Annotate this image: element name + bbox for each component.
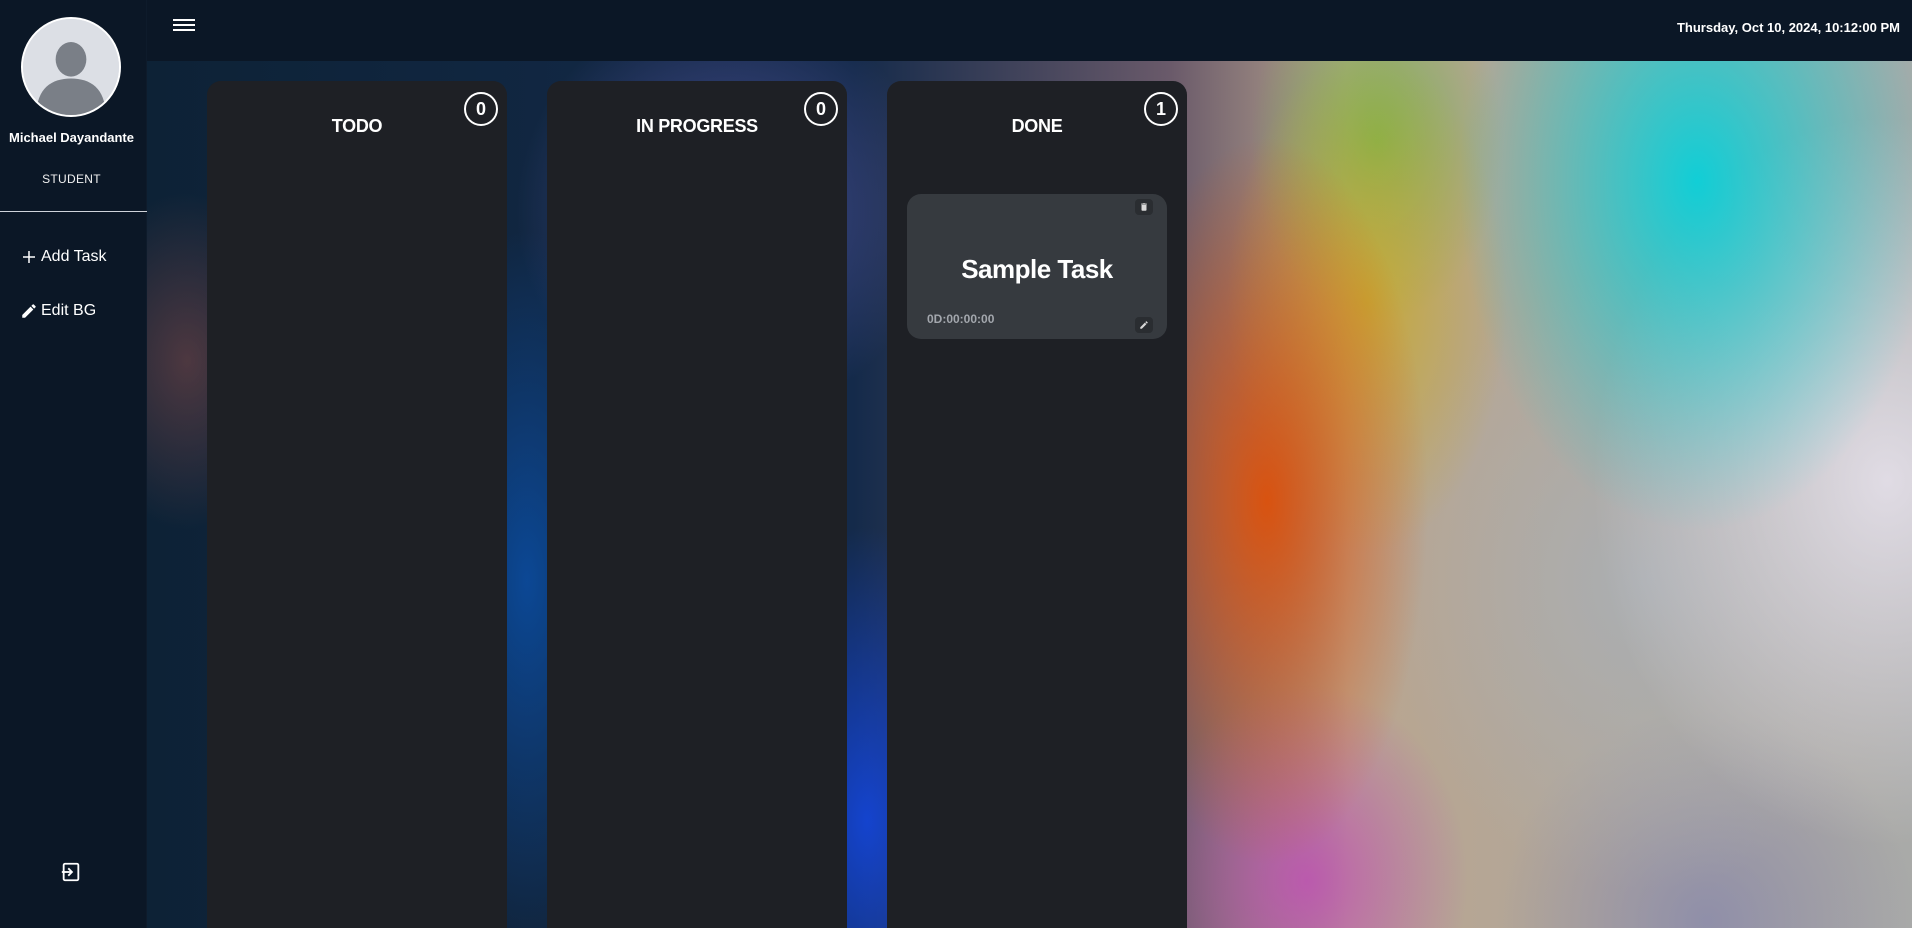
trash-icon (1141, 203, 1147, 211)
top-bar: Thursday, Oct 10, 2024, 10:12:00 PM (147, 0, 1912, 61)
plus-icon (23, 251, 35, 263)
edit-bg-button[interactable]: Edit BG (20, 302, 96, 320)
column-title: TODO (331, 116, 383, 136)
hamburger-menu-icon[interactable] (173, 16, 195, 38)
column-title: IN PROGRESS (636, 116, 758, 136)
add-task-button[interactable]: Add Task (20, 248, 107, 266)
column-count-badge: 0 (804, 92, 838, 126)
column-todo[interactable]: TODO 0 (207, 81, 507, 928)
user-role: STUDENT (42, 172, 101, 186)
task-title: Sample Task (961, 254, 1113, 284)
column-done[interactable]: DONE 1 Sample Task 0D:00:00:00 (887, 81, 1187, 928)
column-in-progress[interactable]: IN PROGRESS 0 (547, 81, 847, 928)
sidebar: Michael Dayandante STUDENT Add Task Edit… (0, 0, 147, 928)
logout-button[interactable] (60, 861, 82, 883)
logout-icon (61, 862, 80, 882)
edit-bg-label: Edit BG (41, 302, 97, 319)
task-timer: 0D:00:00:00 (927, 312, 995, 326)
delete-task-button[interactable] (1135, 199, 1153, 215)
pencil-icon (22, 304, 36, 318)
sidebar-divider (0, 211, 147, 212)
user-avatar-icon (23, 19, 119, 115)
column-title: DONE (1011, 116, 1063, 136)
add-task-label: Add Task (41, 248, 107, 265)
pencil-icon (1140, 321, 1148, 329)
column-count-badge: 1 (1144, 92, 1178, 126)
app-root: Michael Dayandante STUDENT Add Task Edit… (0, 0, 1912, 928)
edit-task-button[interactable] (1135, 317, 1153, 333)
task-card[interactable]: Sample Task 0D:00:00:00 (907, 194, 1167, 339)
avatar[interactable] (21, 17, 121, 117)
user-name: Michael Dayandante (9, 130, 134, 145)
current-datetime: Thursday, Oct 10, 2024, 10:12:00 PM (1676, 20, 1900, 35)
column-count-badge: 0 (464, 92, 498, 126)
